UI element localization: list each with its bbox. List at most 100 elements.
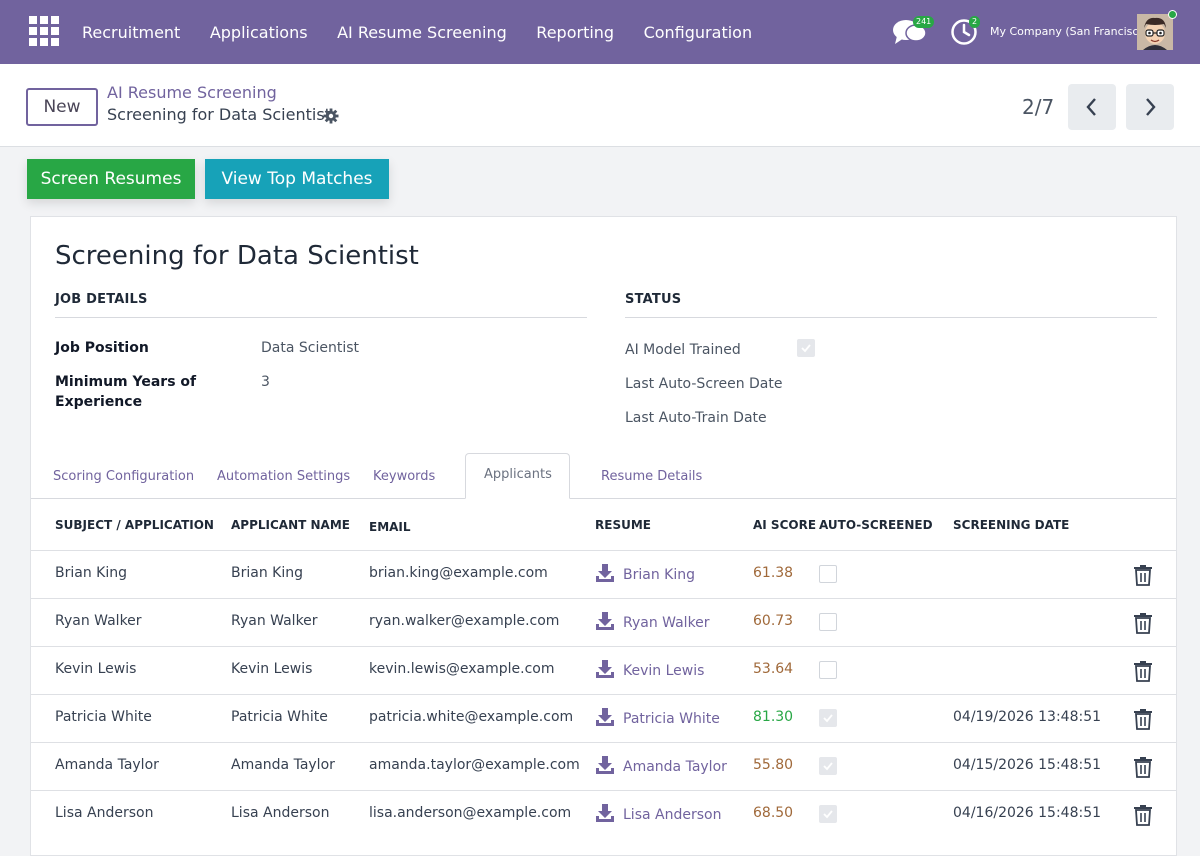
trash-icon[interactable] bbox=[1133, 756, 1153, 778]
chevron-left-icon bbox=[1086, 98, 1096, 116]
min-years-value[interactable]: 3 bbox=[261, 374, 270, 390]
cell-screening-date: 04/19/2026 13:48:51 bbox=[953, 709, 1102, 725]
cell-email: kevin.lewis@example.com bbox=[369, 661, 555, 677]
tab-scoring-configuration[interactable]: Scoring Configuration bbox=[53, 469, 194, 484]
cell-applicant-name: Lisa Anderson bbox=[231, 805, 330, 821]
menu-reporting[interactable]: Reporting bbox=[536, 23, 614, 42]
top-navbar: Recruitment Applications AI Resume Scree… bbox=[0, 0, 1200, 64]
pager-next-button[interactable] bbox=[1126, 84, 1174, 130]
resume-link[interactable]: Brian King bbox=[623, 567, 695, 583]
notebook-tabs: Scoring Configuration Automation Setting… bbox=[31, 453, 1176, 499]
systray: 241 2 My Company (San Francisco) bbox=[870, 0, 1200, 64]
tab-automation-settings[interactable]: Automation Settings bbox=[217, 469, 350, 484]
ai-score: 68.50 bbox=[753, 805, 794, 821]
screen-resumes-button[interactable]: Screen Resumes bbox=[27, 159, 195, 199]
resume-link[interactable]: Kevin Lewis bbox=[623, 663, 704, 679]
menu-configuration[interactable]: Configuration bbox=[644, 23, 753, 42]
form-sheet: Screening for Data Scientist JOB DETAILS… bbox=[30, 216, 1177, 856]
pager-value[interactable]: 2/7 bbox=[1022, 95, 1054, 119]
last-auto-screen-label: Last Auto-Screen Date bbox=[625, 376, 783, 392]
cell-screening-date: 04/16/2026 15:48:51 bbox=[953, 805, 1102, 821]
status-divider bbox=[625, 317, 1157, 318]
company-switcher[interactable]: My Company (San Francisco) bbox=[990, 25, 1149, 38]
trash-icon[interactable] bbox=[1133, 564, 1153, 586]
breadcrumb-parent[interactable]: AI Resume Screening bbox=[107, 83, 277, 102]
cell-subject: Patricia White bbox=[55, 709, 152, 725]
trash-icon[interactable] bbox=[1133, 660, 1153, 682]
job-position-value[interactable]: Data Scientist bbox=[261, 340, 359, 356]
col-screening-date[interactable]: SCREENING DATE bbox=[953, 518, 1069, 532]
col-subject[interactable]: SUBJECT / APPLICATION bbox=[55, 518, 214, 532]
table-row[interactable]: Lisa Anderson Lisa Anderson lisa.anderso… bbox=[31, 790, 1176, 838]
cell-applicant-name: Amanda Taylor bbox=[231, 757, 335, 773]
cell-subject: Brian King bbox=[55, 565, 127, 581]
menu-recruitment[interactable]: Recruitment bbox=[82, 23, 180, 42]
trash-icon[interactable] bbox=[1133, 708, 1153, 730]
cell-email: ryan.walker@example.com bbox=[369, 613, 560, 629]
job-details-divider bbox=[55, 317, 587, 318]
col-auto-screened[interactable]: AUTO-SCREENED bbox=[819, 518, 933, 532]
new-button[interactable]: New bbox=[26, 88, 98, 126]
menu-ai-resume-screening[interactable]: AI Resume Screening bbox=[337, 23, 507, 42]
job-position-label: Job Position bbox=[55, 340, 149, 356]
trash-icon[interactable] bbox=[1133, 804, 1153, 826]
auto-screened-checkbox[interactable] bbox=[819, 709, 837, 727]
gear-icon[interactable] bbox=[323, 108, 339, 124]
tab-resume-details[interactable]: Resume Details bbox=[601, 469, 702, 484]
resume-link[interactable]: Amanda Taylor bbox=[623, 759, 727, 775]
table-row[interactable]: Kevin Lewis Kevin Lewis kevin.lewis@exam… bbox=[31, 646, 1176, 694]
view-top-matches-button[interactable]: View Top Matches bbox=[205, 159, 389, 199]
menu-applications[interactable]: Applications bbox=[210, 23, 308, 42]
download-icon[interactable] bbox=[595, 611, 615, 631]
col-resume[interactable]: RESUME bbox=[595, 518, 651, 532]
cell-subject: Kevin Lewis bbox=[55, 661, 137, 677]
table-row[interactable]: Ryan Walker Ryan Walker ryan.walker@exam… bbox=[31, 598, 1176, 646]
cell-subject: Ryan Walker bbox=[55, 613, 142, 629]
resume-link[interactable]: Ryan Walker bbox=[623, 615, 710, 631]
activities-icon[interactable]: 2 bbox=[950, 16, 981, 46]
apps-menu-icon[interactable] bbox=[29, 16, 59, 46]
resume-link[interactable]: Lisa Anderson bbox=[623, 807, 721, 823]
download-icon[interactable] bbox=[595, 707, 615, 727]
download-icon[interactable] bbox=[595, 803, 615, 823]
download-icon[interactable] bbox=[595, 563, 615, 583]
table-row[interactable]: Amanda Taylor Amanda Taylor amanda.taylo… bbox=[31, 742, 1176, 790]
tab-applicants[interactable]: Applicants bbox=[465, 453, 570, 499]
col-email[interactable]: EMAIL bbox=[369, 520, 411, 534]
messages-icon[interactable]: 241 bbox=[892, 16, 935, 44]
resume-link[interactable]: Patricia White bbox=[623, 711, 720, 727]
cell-email: patricia.white@example.com bbox=[369, 709, 574, 725]
activities-badge: 2 bbox=[969, 16, 981, 28]
control-panel: New AI Resume Screening Screening for Da… bbox=[0, 64, 1200, 147]
user-avatar[interactable] bbox=[1137, 14, 1173, 50]
cell-applicant-name: Ryan Walker bbox=[231, 613, 318, 629]
table-row[interactable]: Patricia White Patricia White patricia.w… bbox=[31, 694, 1176, 742]
auto-screened-checkbox[interactable] bbox=[819, 805, 837, 823]
auto-screened-checkbox[interactable] bbox=[819, 613, 837, 631]
col-applicant-name[interactable]: APPLICANT NAME bbox=[231, 518, 350, 532]
last-auto-train-label: Last Auto-Train Date bbox=[625, 410, 767, 426]
ai-score: 81.30 bbox=[753, 709, 794, 725]
online-status-dot bbox=[1168, 10, 1177, 19]
download-icon[interactable] bbox=[595, 755, 615, 775]
cell-applicant-name: Patricia White bbox=[231, 709, 328, 725]
cell-email: brian.king@example.com bbox=[369, 565, 548, 581]
download-icon[interactable] bbox=[595, 659, 615, 679]
tab-keywords[interactable]: Keywords bbox=[373, 469, 435, 484]
trash-icon[interactable] bbox=[1133, 612, 1153, 634]
main-menu: Recruitment Applications AI Resume Scree… bbox=[82, 0, 782, 64]
pager-previous-button[interactable] bbox=[1068, 84, 1116, 130]
ai-model-trained-checkbox[interactable] bbox=[797, 339, 815, 357]
cell-applicant-name: Brian King bbox=[231, 565, 303, 581]
ai-score: 53.64 bbox=[753, 661, 794, 677]
table-row[interactable]: Brian King Brian King brian.king@example… bbox=[31, 550, 1176, 598]
auto-screened-checkbox[interactable] bbox=[819, 757, 837, 775]
col-ai-score[interactable]: AI SCORE bbox=[753, 518, 816, 532]
record-title: Screening for Data Scientist bbox=[55, 241, 419, 271]
ai-score: 55.80 bbox=[753, 757, 794, 773]
auto-screened-checkbox[interactable] bbox=[819, 661, 837, 679]
cell-applicant-name: Kevin Lewis bbox=[231, 661, 313, 677]
auto-screened-checkbox[interactable] bbox=[819, 565, 837, 583]
status-header: STATUS bbox=[625, 292, 682, 307]
min-years-label: Minimum Years of Experience bbox=[55, 374, 197, 410]
